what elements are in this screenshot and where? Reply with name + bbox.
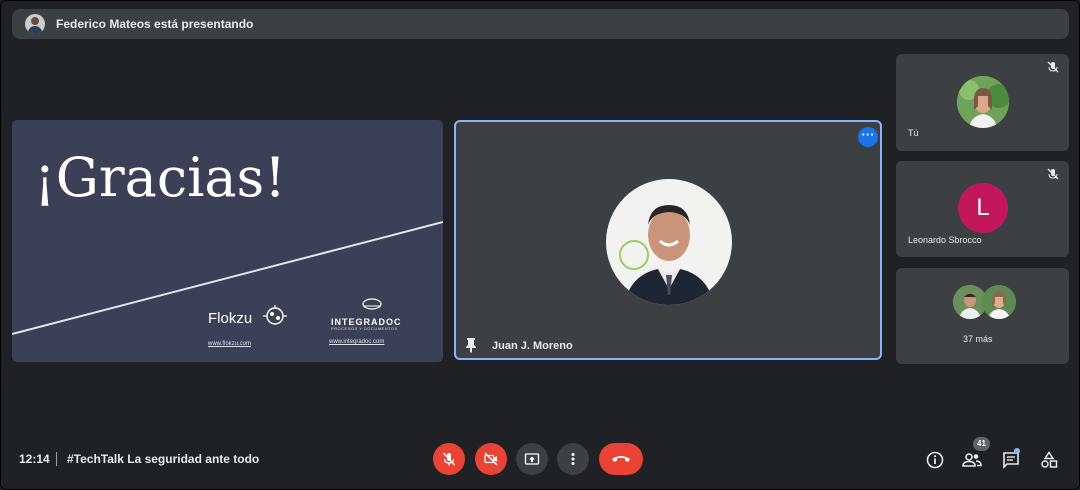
chat-unread-dot [1014, 448, 1020, 454]
people-icon [962, 453, 982, 467]
meeting-time: 12:14 [19, 452, 50, 466]
leonardo-label: Leonardo Sbrocco [908, 235, 982, 245]
presentation-slide[interactable]: ¡Gracias! Flokzu INTEGRADOC PROCESOS Y D… [12, 120, 443, 362]
integradoc-tagline: PROCESOS Y DOCUMENTOS [331, 326, 398, 331]
more-vert-icon [571, 453, 575, 465]
end-call-button[interactable] [599, 443, 643, 475]
participant-name: Juan J. Moreno [492, 340, 573, 352]
mic-off-icon [1047, 168, 1059, 180]
activities-icon [1041, 451, 1058, 468]
meeting-title: #TechTalk La seguridad ante todo [67, 452, 260, 466]
presenting-banner: Federico Mateos está presentando [12, 9, 1069, 39]
presenting-text: Federico Mateos está presentando [56, 17, 254, 31]
others-count-label: 37 más [963, 334, 993, 344]
slide-title: ¡Gracias! [34, 146, 286, 209]
participant-tile-others[interactable]: 37 más [896, 268, 1069, 364]
meet-window: Federico Mateos está presentando ¡Gracia… [0, 0, 1080, 490]
info-icon [926, 451, 944, 469]
camera-toggle-button[interactable] [475, 443, 507, 475]
people-count-badge: 41 [973, 437, 990, 451]
divider [56, 452, 57, 466]
participant-tile-self[interactable]: Tú [896, 54, 1069, 151]
activities-button[interactable] [1036, 447, 1062, 473]
integradoc-cloud-icon [362, 298, 382, 310]
pin-icon[interactable] [464, 337, 478, 353]
mic-off-icon [442, 452, 456, 466]
present-screen-icon [524, 453, 540, 465]
participant-tile-leonardo[interactable]: L Leonardo Sbrocco [896, 161, 1069, 257]
more-options-icon[interactable]: ··· [858, 127, 878, 147]
leonardo-avatar: L [958, 183, 1008, 233]
flokzu-url: www.flokzu.com [208, 341, 252, 347]
mic-off-icon [1047, 61, 1059, 73]
chat-button[interactable] [998, 447, 1024, 473]
camera-off-icon [484, 452, 498, 466]
end-call-icon [612, 456, 630, 462]
more-options-button[interactable] [557, 443, 589, 475]
participant-photo [606, 179, 732, 305]
presenter-avatar [25, 14, 45, 34]
info-button[interactable] [922, 447, 948, 473]
self-label: Tú [908, 128, 919, 138]
flokzu-logo: Flokzu [208, 310, 253, 327]
others-avatar-2 [982, 285, 1016, 319]
present-screen-button[interactable] [516, 443, 548, 475]
self-avatar [957, 76, 1009, 128]
flokzu-brain-icon [263, 305, 287, 325]
participant-tile-main[interactable]: ··· Juan J. Moreno [454, 120, 882, 360]
integradoc-url: www.integradoc.com [329, 339, 385, 345]
mic-toggle-button[interactable] [433, 443, 465, 475]
